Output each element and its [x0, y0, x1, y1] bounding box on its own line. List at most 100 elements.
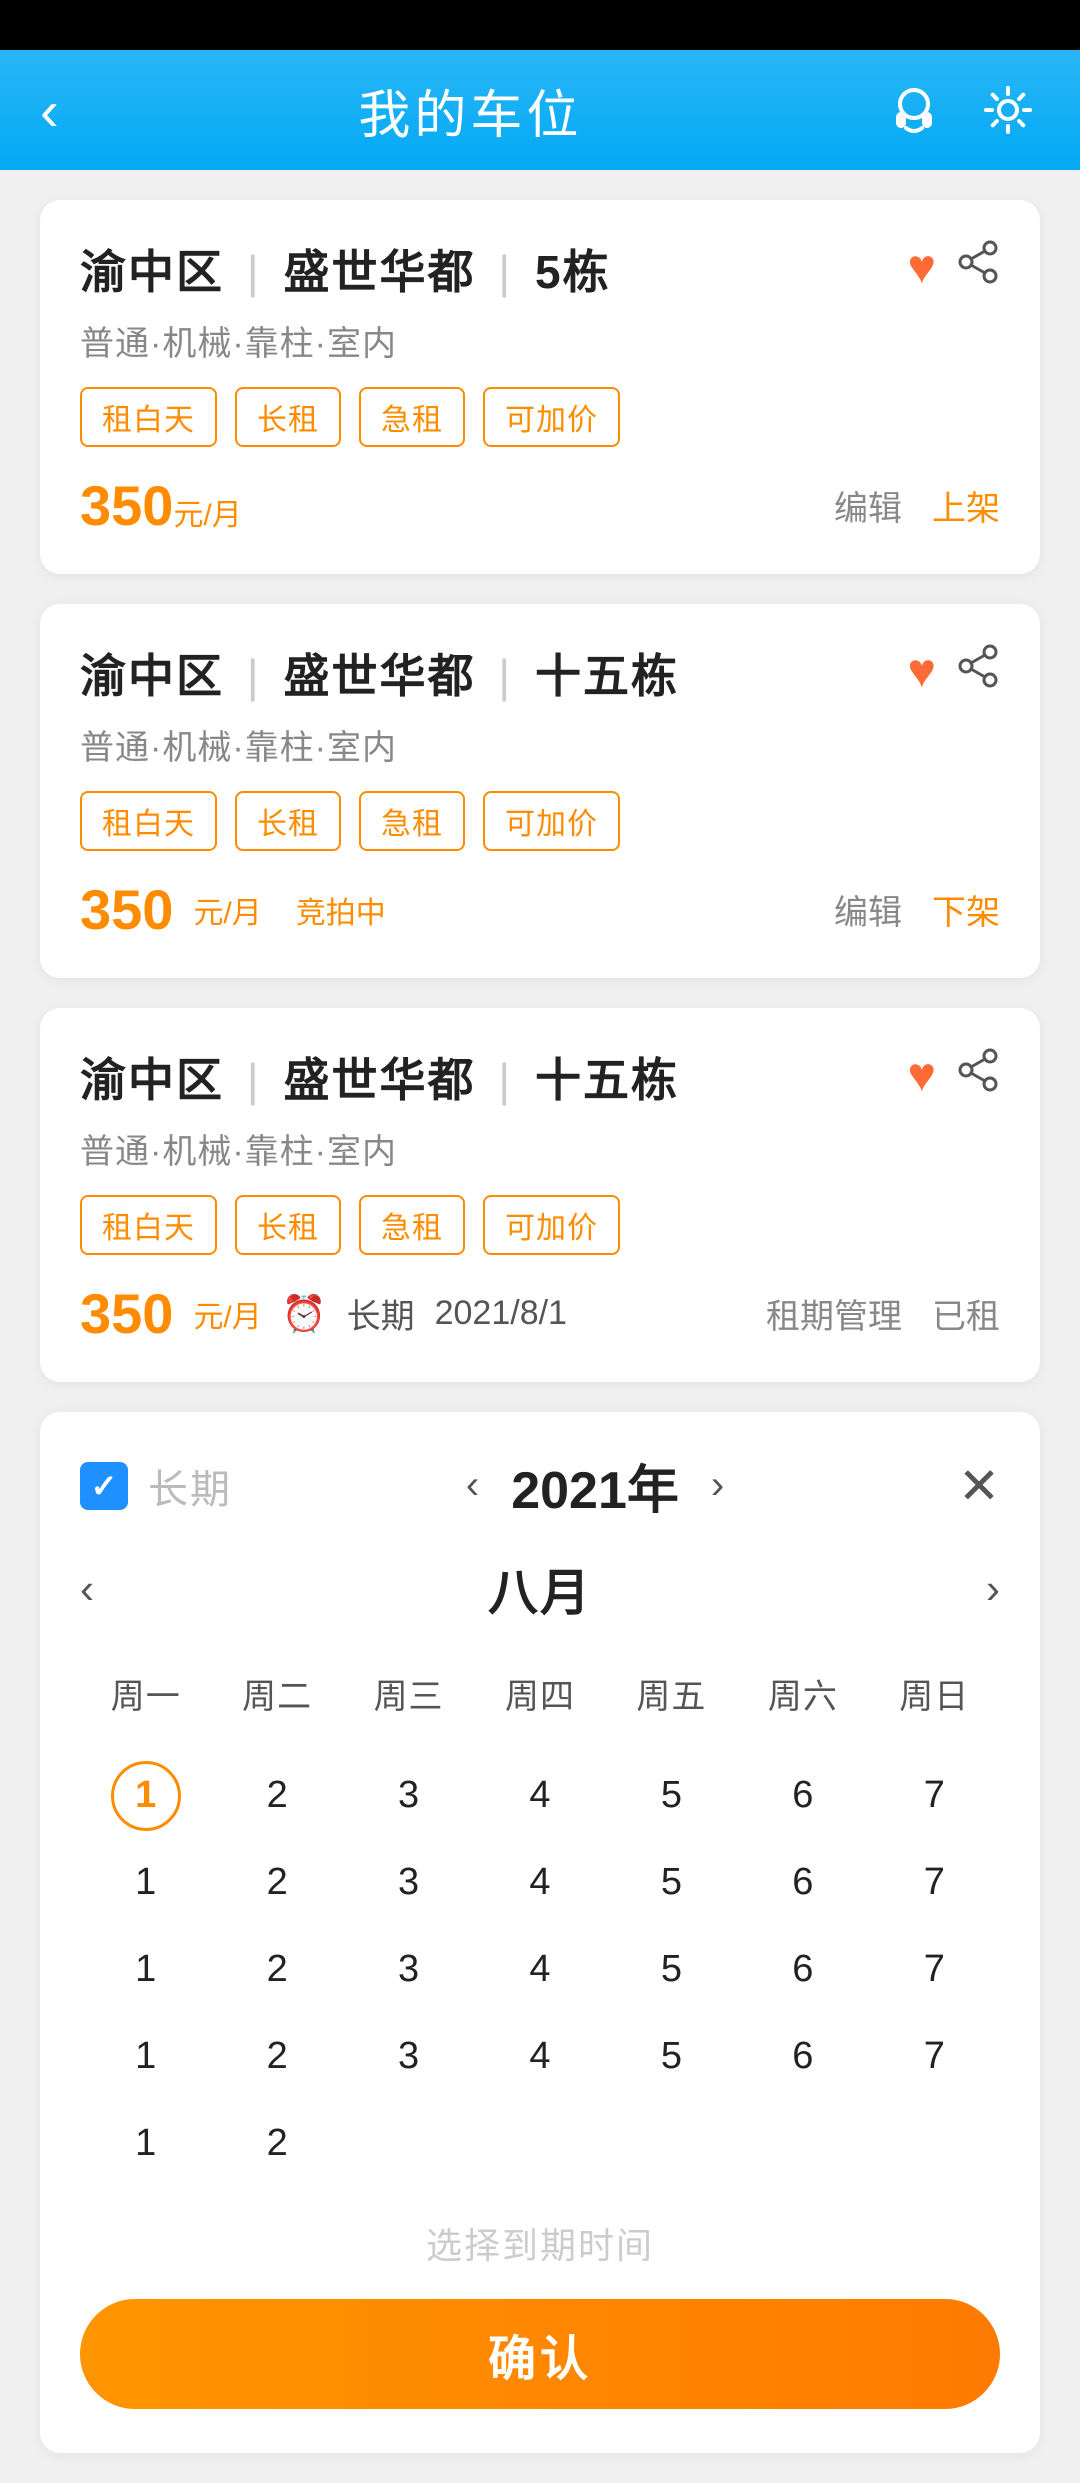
card2-actions: 编辑 下架 — [834, 885, 1000, 934]
cal-day-5-2[interactable]: 2 — [211, 2100, 342, 2187]
cal-day-5-5 — [606, 2100, 737, 2187]
cal-day-1-4[interactable]: 4 — [474, 1752, 605, 1839]
card2-district: 渝中区 — [80, 650, 224, 702]
card2-footer: 350元/月 竞拍中 编辑 下架 — [80, 877, 1000, 942]
settings-icon[interactable] — [976, 78, 1040, 142]
cal-day-4-1[interactable]: 1 — [80, 2013, 211, 2100]
card1-edit-button[interactable]: 编辑 — [834, 481, 902, 530]
card3-period-button[interactable]: 租期管理 — [766, 1289, 902, 1338]
cal-day-3-1[interactable]: 1 — [80, 1926, 211, 2013]
support-icon[interactable] — [882, 78, 946, 142]
card1-title: 渝中区 | 盛世华都 | 5栋 — [80, 236, 611, 302]
cal-day-1-2[interactable]: 2 — [211, 1752, 342, 1839]
header: ‹ 我的车位 — [0, 50, 1080, 170]
cal-day-1-5[interactable]: 5 — [606, 1752, 737, 1839]
card3-rented-label: 已租 — [932, 1289, 1000, 1338]
header-icons — [882, 78, 1040, 142]
cal-day-1-3[interactable]: 3 — [343, 1752, 474, 1839]
back-button[interactable]: ‹ — [40, 78, 59, 143]
weekday-mon: 周一 — [80, 1655, 211, 1732]
card1-heart-icon[interactable]: ♥ — [908, 240, 937, 295]
weekday-sat: 周六 — [737, 1655, 868, 1732]
tag-baitian: 租白天 — [80, 387, 217, 447]
parking-card-3: 渝中区 | 盛世华都 | 十五栋 ♥ 普通·机械· — [40, 1008, 1040, 1382]
card3-price-unit: 元/月 — [193, 1292, 261, 1336]
cal-day-1-6[interactable]: 6 — [737, 1752, 868, 1839]
longterm-checkbox[interactable]: ✓ — [80, 1462, 128, 1510]
card1-header: 渝中区 | 盛世华都 | 5栋 ♥ — [80, 236, 1000, 302]
prev-year-button[interactable]: ‹ — [458, 1455, 487, 1516]
cal-day-4-2[interactable]: 2 — [211, 2013, 342, 2100]
cal-day-3-7[interactable]: 7 — [869, 1926, 1000, 2013]
card2-title: 渝中区 | 盛世华都 | 十五栋 — [80, 640, 679, 706]
card3-heart-icon[interactable]: ♥ — [908, 1048, 937, 1103]
year-label: 2021年 — [511, 1448, 679, 1523]
tag-jiajia-3: 可加价 — [483, 1195, 620, 1255]
card3-building: 十五栋 — [535, 1054, 679, 1106]
card1-tags: 租白天 长租 急租 可加价 — [80, 387, 1000, 447]
cal-day-2-7[interactable]: 7 — [869, 1839, 1000, 1926]
card2-header: 渝中区 | 盛世华都 | 十五栋 ♥ — [80, 640, 1000, 706]
card3-price-row: 350元/月 ⏰ 长期 2021/8/1 — [80, 1281, 567, 1346]
card3-community: 盛世华都 — [284, 1054, 476, 1106]
card2-bidding-label: 竞拍中 — [296, 888, 386, 932]
content: 渝中区 | 盛世华都 | 5栋 ♥ 普通·机械·靠 — [0, 170, 1080, 2483]
cal-day-4-7[interactable]: 7 — [869, 2013, 1000, 2100]
cal-day-4-3[interactable]: 3 — [343, 2013, 474, 2100]
tag-jiajia-2: 可加价 — [483, 791, 620, 851]
card1-district: 渝中区 — [80, 246, 224, 298]
card3-title: 渝中区 | 盛世华都 | 十五栋 — [80, 1044, 679, 1110]
prev-month-button[interactable]: ‹ — [80, 1565, 94, 1613]
card2-share-icon[interactable] — [956, 644, 1000, 699]
cal-day-2-3[interactable]: 3 — [343, 1839, 474, 1926]
confirm-button[interactable]: 确认 — [80, 2299, 1000, 2409]
cal-day-2-6[interactable]: 6 — [737, 1839, 868, 1926]
next-year-button[interactable]: › — [703, 1455, 732, 1516]
tag-jiajia: 可加价 — [483, 387, 620, 447]
cal-day-3-6[interactable]: 6 — [737, 1926, 868, 2013]
weekdays-row: 周一 周二 周三 周四 周五 周六 周日 — [80, 1655, 1000, 1732]
calendar-close-button[interactable]: ✕ — [958, 1457, 1000, 1515]
card1-price-unit: 元/月 — [173, 499, 241, 532]
card3-period-date: 2021/8/1 — [435, 1294, 567, 1333]
cal-day-2-5[interactable]: 5 — [606, 1839, 737, 1926]
card2-heart-icon[interactable]: ♥ — [908, 644, 937, 699]
cal-day-5-4 — [474, 2100, 605, 2187]
card2-icons: ♥ — [908, 640, 1001, 699]
card2-download-button[interactable]: 下架 — [932, 885, 1000, 934]
cal-day-4-5[interactable]: 5 — [606, 2013, 737, 2100]
cal-day-1-7[interactable]: 7 — [869, 1752, 1000, 1839]
card3-header: 渝中区 | 盛世华都 | 十五栋 ♥ — [80, 1044, 1000, 1110]
month-row: ‹ 八月 › — [80, 1553, 1000, 1625]
cal-day-2-1[interactable]: 1 — [80, 1839, 211, 1926]
card1-upload-button[interactable]: 上架 — [932, 481, 1000, 530]
cal-day-1-1[interactable]: 1 — [111, 1761, 181, 1831]
cal-day-5-1[interactable]: 1 — [80, 2100, 211, 2187]
cal-day-2-4[interactable]: 4 — [474, 1839, 605, 1926]
weekday-thu: 周四 — [474, 1655, 605, 1732]
tag-changzu-3: 长租 — [235, 1195, 341, 1255]
card2-price-row: 350元/月 竞拍中 — [80, 877, 386, 942]
cal-day-4-6[interactable]: 6 — [737, 2013, 868, 2100]
card2-tags: 租白天 长租 急租 可加价 — [80, 791, 1000, 851]
cal-day-3-2[interactable]: 2 — [211, 1926, 342, 2013]
next-month-button[interactable]: › — [986, 1565, 1000, 1613]
checkbox-container: ✓ 长期 — [80, 1457, 232, 1515]
tag-jizu-2: 急租 — [359, 791, 465, 851]
cal-day-2-2[interactable]: 2 — [211, 1839, 342, 1926]
card2-building: 十五栋 — [535, 650, 679, 702]
card3-share-icon[interactable] — [956, 1048, 1000, 1103]
card3-actions: 租期管理 已租 — [766, 1289, 1000, 1338]
cal-day-3-4[interactable]: 4 — [474, 1926, 605, 2013]
cal-day-4-4[interactable]: 4 — [474, 2013, 605, 2100]
cal-day-3-3[interactable]: 3 — [343, 1926, 474, 2013]
card1-features: 普通·机械·靠柱·室内 — [80, 316, 1000, 365]
card1-building: 5栋 — [535, 246, 611, 298]
card1-share-icon[interactable] — [956, 240, 1000, 295]
cal-day-3-5[interactable]: 5 — [606, 1926, 737, 2013]
card2-edit-button[interactable]: 编辑 — [834, 885, 902, 934]
card1-footer: 350元/月 编辑 上架 — [80, 473, 1000, 538]
checkbox-label: 长期 — [148, 1457, 232, 1515]
card2-community: 盛世华都 — [284, 650, 476, 702]
tag-jizu: 急租 — [359, 387, 465, 447]
